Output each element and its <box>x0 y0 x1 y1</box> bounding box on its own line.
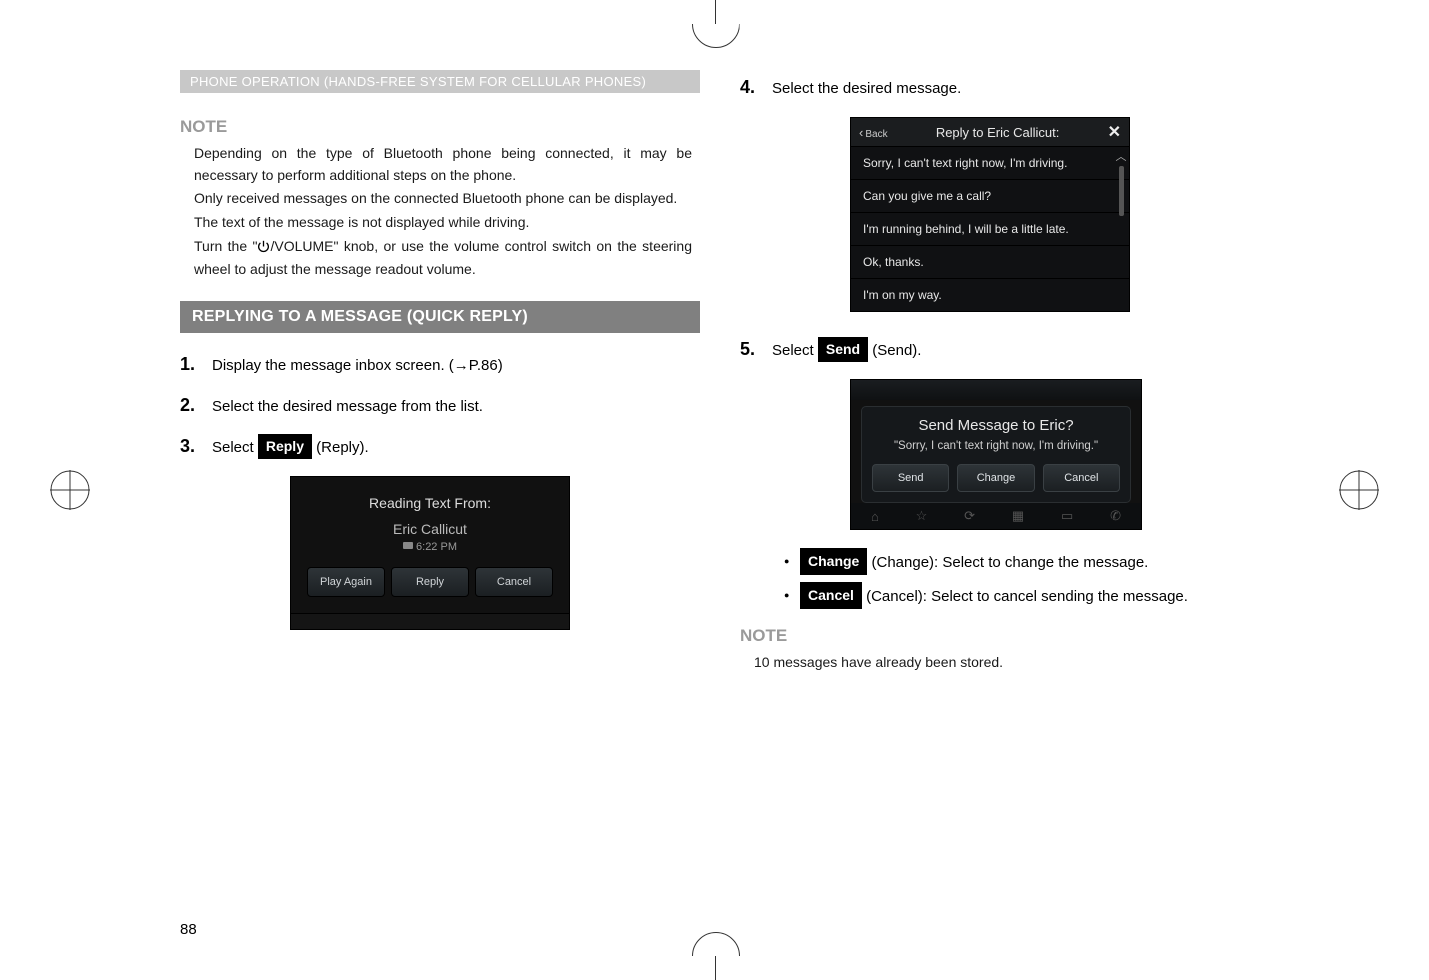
reply-section-heading: REPLYING TO A MESSAGE (QUICK REPLY) <box>180 301 700 333</box>
crop-mark-top <box>692 0 738 46</box>
note-line: Depending on the type of Bluetooth phone… <box>194 143 692 186</box>
note2-text: 10 messages have already been stored. <box>754 652 1252 674</box>
note-line: Only received messages on the connected … <box>194 188 692 210</box>
step-text: Select Reply (Reply). <box>212 434 369 460</box>
step-number: 2. <box>180 392 202 419</box>
chevron-left-icon: ‹ <box>859 125 863 140</box>
quick-reply-option[interactable]: I'm on my way. <box>851 279 1129 311</box>
reply-tag: Reply <box>258 434 312 459</box>
device-icon <box>403 542 413 549</box>
step-4: 4. Select the desired message. <box>740 74 1260 101</box>
page-content: PHONE OPERATION (HANDS-FREE SYSTEM FOR C… <box>180 70 1260 890</box>
step-number: 3. <box>180 433 202 460</box>
step-text: Select Send (Send). <box>772 337 921 363</box>
ss2-title: Reply to Eric Callicut: <box>888 125 1108 140</box>
bullet-change: Change (Change): Select to change the me… <box>784 548 1260 576</box>
change-tag: Change <box>800 548 867 575</box>
send-button[interactable]: Send <box>872 464 949 492</box>
home-icon: ⌂ <box>871 509 879 524</box>
note-body-2: 10 messages have already been stored. <box>740 652 1260 676</box>
bullet-cancel: Cancel (Cancel): Select to cancel sendin… <box>784 582 1260 610</box>
scroll-thumb[interactable] <box>1119 166 1124 216</box>
screenshot-send-confirm: Send Message to Eric? "Sorry, I can't te… <box>850 379 1142 530</box>
ss3-message-preview: "Sorry, I can't text right now, I'm driv… <box>872 440 1120 452</box>
ss3-question: Send Message to Eric? <box>872 417 1120 434</box>
quick-reply-option[interactable]: Ok, thanks. <box>851 246 1129 279</box>
quick-reply-option[interactable]: Sorry, I can't text right now, I'm drivi… <box>851 147 1129 180</box>
quick-reply-option[interactable]: I'm running behind, I will be a little l… <box>851 213 1129 246</box>
quick-reply-option[interactable]: Can you give me a call? <box>851 180 1129 213</box>
step-number: 5. <box>740 336 762 363</box>
bullet-list: Change (Change): Select to change the me… <box>784 548 1260 616</box>
section-header: PHONE OPERATION (HANDS-FREE SYSTEM FOR C… <box>180 70 700 93</box>
cancel-tag: Cancel <box>800 582 862 609</box>
crop-mark-bottom <box>692 934 738 980</box>
phone-icon: ✆ <box>1110 508 1121 524</box>
cancel-button[interactable]: Cancel <box>1043 464 1120 492</box>
ss3-bottom-strip: ⌂ ☆ ⟳ ▦ ▭ ✆ <box>851 503 1141 529</box>
note-body: Depending on the type of Bluetooth phone… <box>180 143 700 283</box>
right-column: 4. Select the desired message. ‹Back Rep… <box>740 70 1260 890</box>
ss3-top-strip <box>851 380 1141 400</box>
chevron-up-icon: ︿ <box>1114 148 1128 164</box>
ss1-time: 6:22 PM <box>301 541 559 553</box>
star-icon: ☆ <box>916 508 928 524</box>
ss1-title: Reading Text From: <box>301 495 559 511</box>
step-text: Display the message inbox screen. (→P.86… <box>212 355 503 378</box>
ss1-contact-name: Eric Callicut <box>301 521 559 537</box>
step-2: 2. Select the desired message from the l… <box>180 392 700 419</box>
step-number: 4. <box>740 74 762 101</box>
note-heading: NOTE <box>180 117 700 137</box>
screenshot-reply-list: ‹Back Reply to Eric Callicut: ✕ Sorry, I… <box>850 117 1130 312</box>
note-heading-2: NOTE <box>740 626 1260 646</box>
note-line: The text of the message is not displayed… <box>194 212 692 234</box>
step-5: 5. Select Send (Send). <box>740 336 1260 363</box>
step-text: Select the desired message. <box>772 78 961 101</box>
play-again-button[interactable]: Play Again <box>307 567 385 597</box>
left-column: PHONE OPERATION (HANDS-FREE SYSTEM FOR C… <box>180 70 700 890</box>
crop-mark-left <box>50 470 90 510</box>
step-number: 1. <box>180 351 202 378</box>
step-text: Select the desired message from the list… <box>212 396 483 419</box>
reply-button[interactable]: Reply <box>391 567 469 597</box>
page-number: 88 <box>180 921 197 938</box>
grid-icon: ▦ <box>1012 508 1024 524</box>
step-3: 3. Select Reply (Reply). <box>180 433 700 460</box>
note-line: Turn the "/VOLUME" knob, or use the volu… <box>194 236 692 281</box>
crop-mark-right <box>1339 470 1379 510</box>
close-icon[interactable]: ✕ <box>1108 122 1121 142</box>
screenshot-reading-text: Reading Text From: Eric Callicut 6:22 PM… <box>290 476 570 630</box>
back-button[interactable]: ‹Back <box>859 125 888 140</box>
ss1-bottom-strip <box>291 613 569 629</box>
cancel-button[interactable]: Cancel <box>475 567 553 597</box>
nav-icon: ⟳ <box>964 508 975 524</box>
step-1: 1. Display the message inbox screen. (→P… <box>180 351 700 378</box>
send-tag: Send <box>818 337 868 362</box>
power-icon <box>257 238 270 260</box>
change-button[interactable]: Change <box>957 464 1034 492</box>
scrollbar[interactable]: ︿ <box>1114 148 1128 218</box>
media-icon: ▭ <box>1061 508 1073 524</box>
